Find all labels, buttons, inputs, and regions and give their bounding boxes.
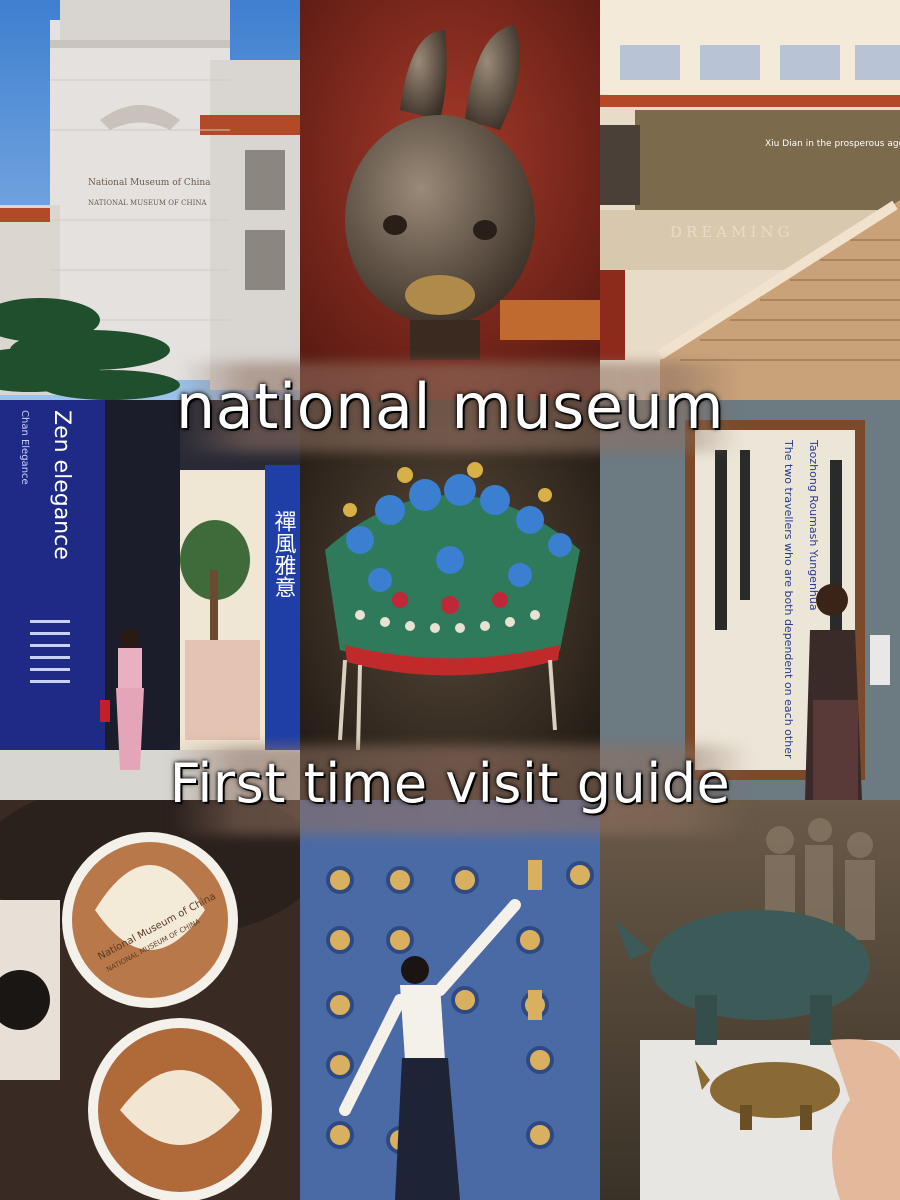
calligraphy-caption-2: The two travellers who are both dependen… [782, 439, 795, 759]
photo-collage: National Museum of China NATIONAL MUSEUM… [0, 0, 900, 1200]
phoenix-crown-photo [300, 400, 600, 800]
building-sign-line-1: National Museum of China [88, 178, 211, 188]
tile-bronze-rhino [600, 800, 900, 1200]
museum-building-photo: National Museum of China NATIONAL MUSEUM… [0, 0, 300, 400]
zen-vertical-cn: 禪風雅意 [271, 510, 297, 598]
bronze-rhino-photo [600, 800, 900, 1200]
rabbit-head-photo [300, 0, 600, 400]
tile-calligraphy: Taozhong Roumash Yungenhua The two trave… [600, 400, 900, 800]
tile-zen-exhibit: Zen elegance Chan Elegance 禪風雅意 [0, 400, 300, 800]
calligraphy-photo: Taozhong Roumash Yungenhua The two trave… [600, 400, 900, 800]
building-sign-line-2: NATIONAL MUSEUM OF CHINA [88, 199, 207, 207]
tile-latte: National Museum of China NATIONAL MUSEUM… [0, 800, 300, 1200]
tile-staircase-hall: Xiu Dian in the prosperous age DREAMING [600, 0, 900, 400]
banner-word: DREAMING [670, 223, 794, 241]
staircase-hall-photo: Xiu Dian in the prosperous age DREAMING [600, 0, 900, 400]
tile-rabbit-head [300, 0, 600, 400]
banner-title: Xiu Dian in the prosperous age [765, 139, 900, 149]
tile-museum-building: National Museum of China NATIONAL MUSEUM… [0, 0, 300, 400]
collage-title: national museum [175, 370, 725, 443]
tile-coin-wall [300, 800, 600, 1200]
coin-wall-photo [300, 800, 600, 1200]
collage-subtitle: First time visit guide [169, 752, 731, 815]
tile-phoenix-crown [300, 400, 600, 800]
zen-exhibit-photo: Zen elegance Chan Elegance 禪風雅意 [0, 400, 300, 800]
calligraphy-caption-1: Taozhong Roumash Yungenhua [807, 439, 820, 611]
latte-photo: National Museum of China NATIONAL MUSEUM… [0, 800, 300, 1200]
